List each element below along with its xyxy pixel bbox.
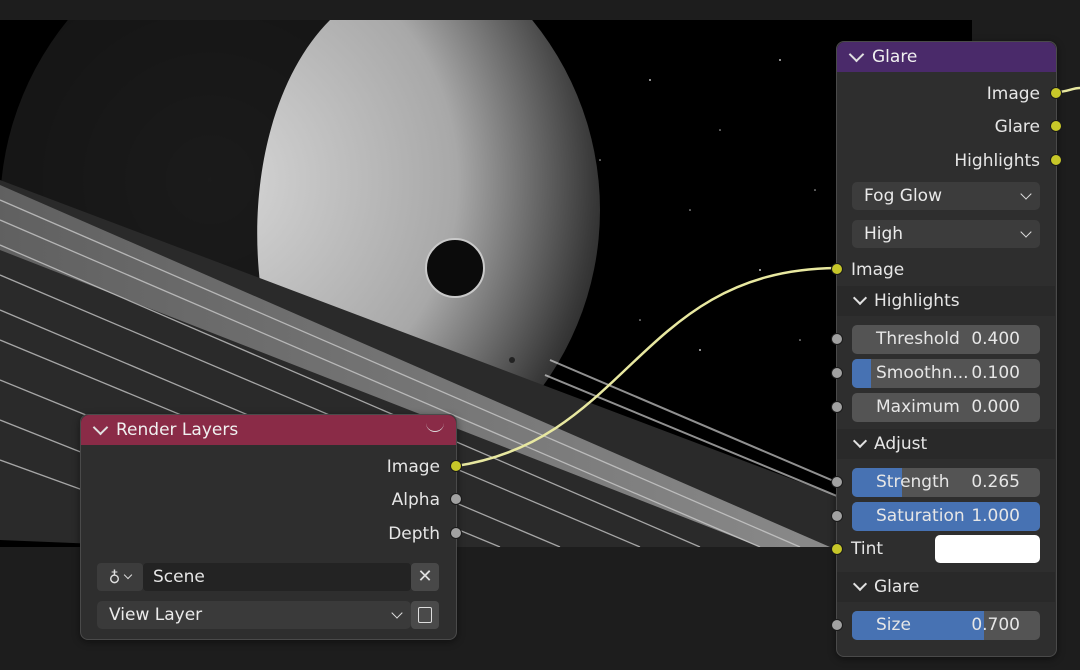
strength-input-socket[interactable] <box>831 476 843 488</box>
saturation-input-socket[interactable] <box>831 510 843 522</box>
render-film-icon <box>418 607 432 623</box>
tint-label: Tint <box>851 539 884 559</box>
output-depth-socket[interactable] <box>450 527 462 539</box>
chevron-down-icon <box>1020 226 1032 238</box>
highlights-panel-title: Highlights <box>874 291 960 311</box>
view-layer-select-value: View Layer <box>109 605 203 625</box>
size-label: Size <box>876 615 911 635</box>
adjust-panel-header[interactable]: Adjust <box>837 429 1055 459</box>
glare-panel-title: Glare <box>874 577 920 597</box>
output-highlights-label: Highlights <box>954 151 1040 171</box>
threshold-label: Threshold <box>876 329 960 349</box>
adjust-panel-title: Adjust <box>874 434 928 454</box>
chevron-down-icon <box>124 570 133 580</box>
tint-input-socket[interactable] <box>831 543 843 555</box>
scene-name-field[interactable]: Scene <box>143 563 411 591</box>
size-slider[interactable]: Size 0.700 <box>852 611 1040 640</box>
size-value: 0.700 <box>971 615 1020 635</box>
scene-name-text: Scene <box>153 567 205 587</box>
output-image-label: Image <box>386 457 440 477</box>
maximum-value: 0.000 <box>971 397 1020 417</box>
render-layers-node-header[interactable]: Render Layers <box>81 415 456 445</box>
output-image-socket[interactable] <box>1050 87 1062 99</box>
collapse-chevron-icon <box>852 290 868 306</box>
collapse-chevron-icon[interactable] <box>92 419 109 435</box>
glare-node-header[interactable]: Glare <box>837 42 1056 72</box>
render-layers-node[interactable]: Render Layers Image Alpha Depth ♁ Scene … <box>80 414 462 640</box>
maximum-label: Maximum <box>876 397 960 417</box>
saturation-slider[interactable]: Saturation 1.000 <box>852 502 1040 531</box>
output-depth-label: Depth <box>388 524 440 544</box>
scene-icon: ♁ <box>108 567 121 587</box>
smoothness-slider-fill <box>852 359 871 388</box>
maximum-slider[interactable]: Maximum 0.000 <box>852 393 1040 422</box>
scene-unlink-button[interactable]: ✕ <box>411 563 439 591</box>
input-image-socket[interactable] <box>831 263 843 275</box>
smoothness-input-socket[interactable] <box>831 367 843 379</box>
glare-type-select[interactable]: Fog Glow <box>852 182 1040 210</box>
collapse-chevron-icon <box>852 576 868 592</box>
output-image-label: Image <box>986 84 1040 104</box>
input-image-label: Image <box>851 260 905 280</box>
scene-browse-button[interactable]: ♁ <box>97 563 143 591</box>
chevron-down-icon <box>1020 188 1032 200</box>
saturation-label: Saturation <box>876 506 965 526</box>
render-layers-options-icon[interactable] <box>426 421 444 432</box>
threshold-input-socket[interactable] <box>831 333 843 345</box>
output-alpha-label: Alpha <box>391 490 440 510</box>
maximum-input-socket[interactable] <box>831 401 843 413</box>
render-layers-node-title: Render Layers <box>116 420 239 440</box>
smoothness-slider[interactable]: Smoothn... 0.100 <box>852 359 1040 388</box>
output-alpha-socket[interactable] <box>450 493 462 505</box>
output-glare-socket[interactable] <box>1050 120 1062 132</box>
output-glare-label: Glare <box>994 117 1040 137</box>
highlights-panel-header[interactable]: Highlights <box>837 286 1055 316</box>
glare-node-title: Glare <box>872 47 918 67</box>
tint-color-swatch[interactable] <box>935 535 1040 563</box>
strength-value: 0.265 <box>971 472 1020 492</box>
saturation-value: 1.000 <box>971 506 1020 526</box>
size-slider-fill <box>852 611 984 640</box>
collapse-chevron-icon <box>852 433 868 449</box>
glare-node[interactable]: Glare Image Glare Highlights Fog Glow Hi… <box>831 41 1062 657</box>
strength-label: Strength <box>876 472 950 492</box>
size-input-socket[interactable] <box>831 619 843 631</box>
close-icon: ✕ <box>417 566 433 587</box>
glare-panel-header[interactable]: Glare <box>837 572 1055 602</box>
view-layer-select[interactable]: View Layer <box>97 601 411 629</box>
output-image-socket[interactable] <box>450 460 462 472</box>
quality-select[interactable]: High <box>852 220 1040 248</box>
collapse-chevron-icon[interactable] <box>848 46 865 62</box>
strength-slider[interactable]: Strength 0.265 <box>852 468 1040 497</box>
render-view-layer-button[interactable] <box>411 601 439 629</box>
output-highlights-socket[interactable] <box>1050 154 1062 166</box>
glare-type-select-value: Fog Glow <box>864 186 942 206</box>
smoothness-value: 0.100 <box>971 363 1020 383</box>
chevron-down-icon <box>391 607 403 619</box>
quality-select-value: High <box>864 224 904 244</box>
threshold-value: 0.400 <box>971 329 1020 349</box>
threshold-slider[interactable]: Threshold 0.400 <box>852 325 1040 354</box>
smoothness-label: Smoothn... <box>876 363 969 383</box>
